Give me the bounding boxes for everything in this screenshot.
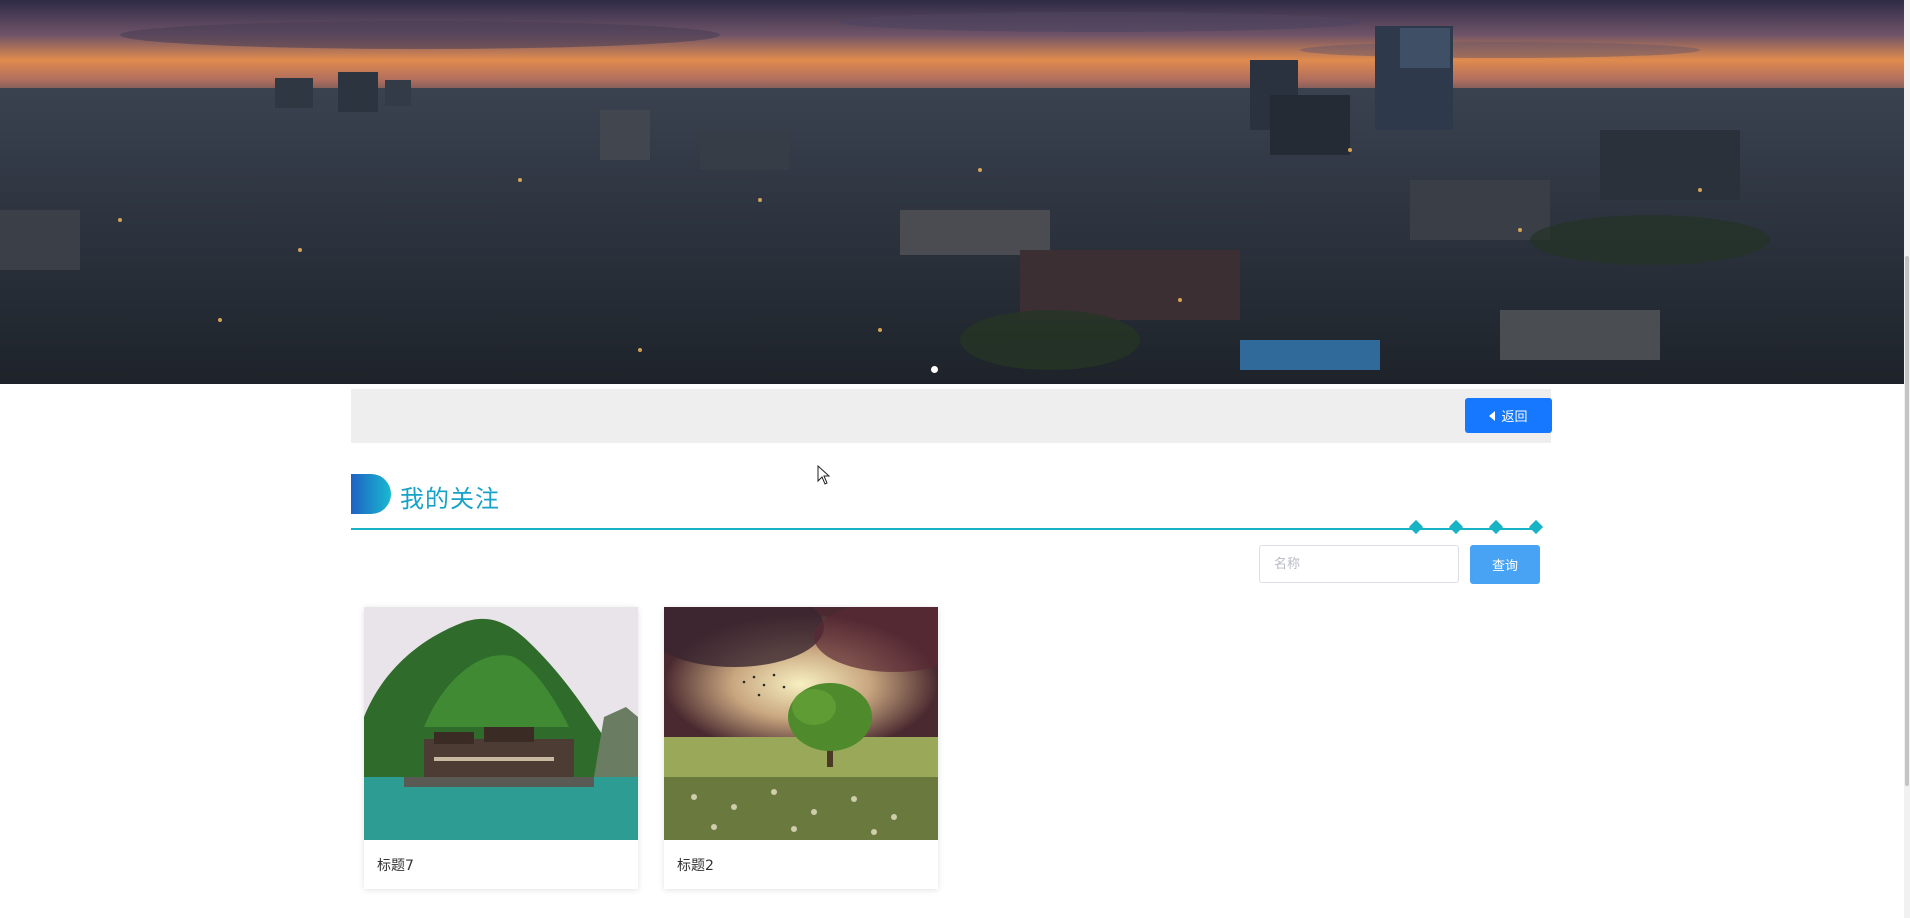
card-title: 标题2	[677, 858, 714, 874]
search-button[interactable]: 查询	[1470, 545, 1540, 584]
back-button[interactable]: 返回	[1465, 398, 1552, 433]
card-item[interactable]: 标题7	[364, 607, 638, 889]
caret-left-icon	[1489, 410, 1496, 421]
divider-diamond-icon	[1488, 519, 1504, 535]
hero-banner	[0, 0, 1904, 384]
card-title: 标题7	[377, 858, 414, 874]
city-skyline-image	[0, 0, 1904, 384]
divider-diamond-icon	[1448, 519, 1464, 535]
divider-diamond-icon	[1528, 519, 1544, 535]
page-scrollbar[interactable]	[1904, 0, 1910, 918]
section-heading-icon	[351, 474, 391, 514]
back-button-label: 返回	[1501, 410, 1528, 425]
carousel-indicator[interactable]	[931, 366, 938, 373]
name-search-input[interactable]	[1259, 545, 1459, 583]
scrollbar-thumb[interactable]	[1905, 256, 1909, 786]
section-divider	[351, 528, 1536, 530]
toolbar: 返回	[351, 389, 1552, 443]
card-image	[664, 607, 938, 840]
divider-diamond-icon	[1408, 519, 1424, 535]
search-button-label: 查询	[1491, 559, 1518, 574]
mouse-pointer-icon	[817, 465, 831, 485]
card-item[interactable]: 标题2	[664, 607, 938, 889]
section-title: 我的关注	[400, 485, 500, 513]
card-image	[364, 607, 638, 840]
